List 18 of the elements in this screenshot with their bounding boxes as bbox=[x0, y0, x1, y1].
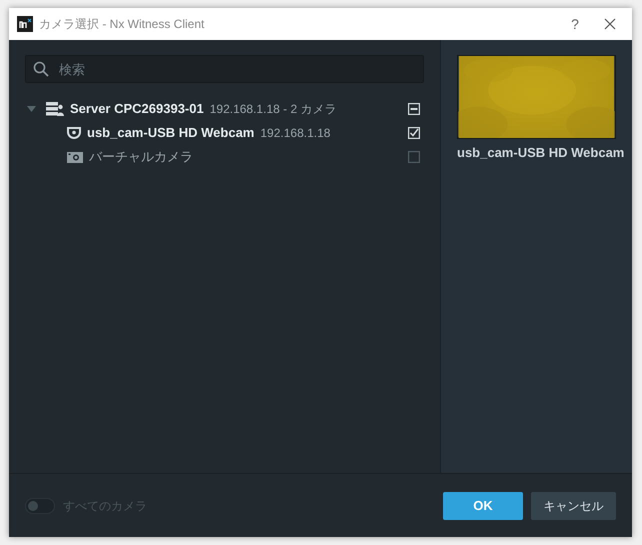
search-icon bbox=[33, 61, 49, 77]
server-name[interactable]: Server CPC269393-01 bbox=[70, 99, 204, 119]
address-label: 192.168.1.18 - 2 カメラ bbox=[210, 101, 336, 118]
search-field[interactable]: 検索 bbox=[25, 55, 424, 83]
camera-icon bbox=[67, 151, 83, 163]
app-logo-icon bbox=[17, 16, 33, 32]
close-icon[interactable] bbox=[604, 18, 616, 30]
address-label: 192.168.1.18 bbox=[260, 125, 330, 142]
camera-name[interactable]: バーチャルカメラ bbox=[89, 147, 193, 167]
camera-name[interactable]: usb_cam-USB HD Webcam bbox=[87, 123, 254, 143]
checkbox[interactable] bbox=[408, 151, 420, 163]
toggle-switch[interactable] bbox=[25, 498, 55, 514]
cancel-button[interactable]: キャンセル bbox=[531, 492, 616, 520]
camera-caption: usb_cam-USB HD Webcam bbox=[457, 144, 626, 162]
server-icon bbox=[46, 102, 64, 116]
window-title: カメラ選択 - Nx Witness Client bbox=[39, 16, 204, 33]
dome-camera-icon bbox=[67, 127, 81, 139]
help-button[interactable]: ? bbox=[560, 14, 590, 34]
